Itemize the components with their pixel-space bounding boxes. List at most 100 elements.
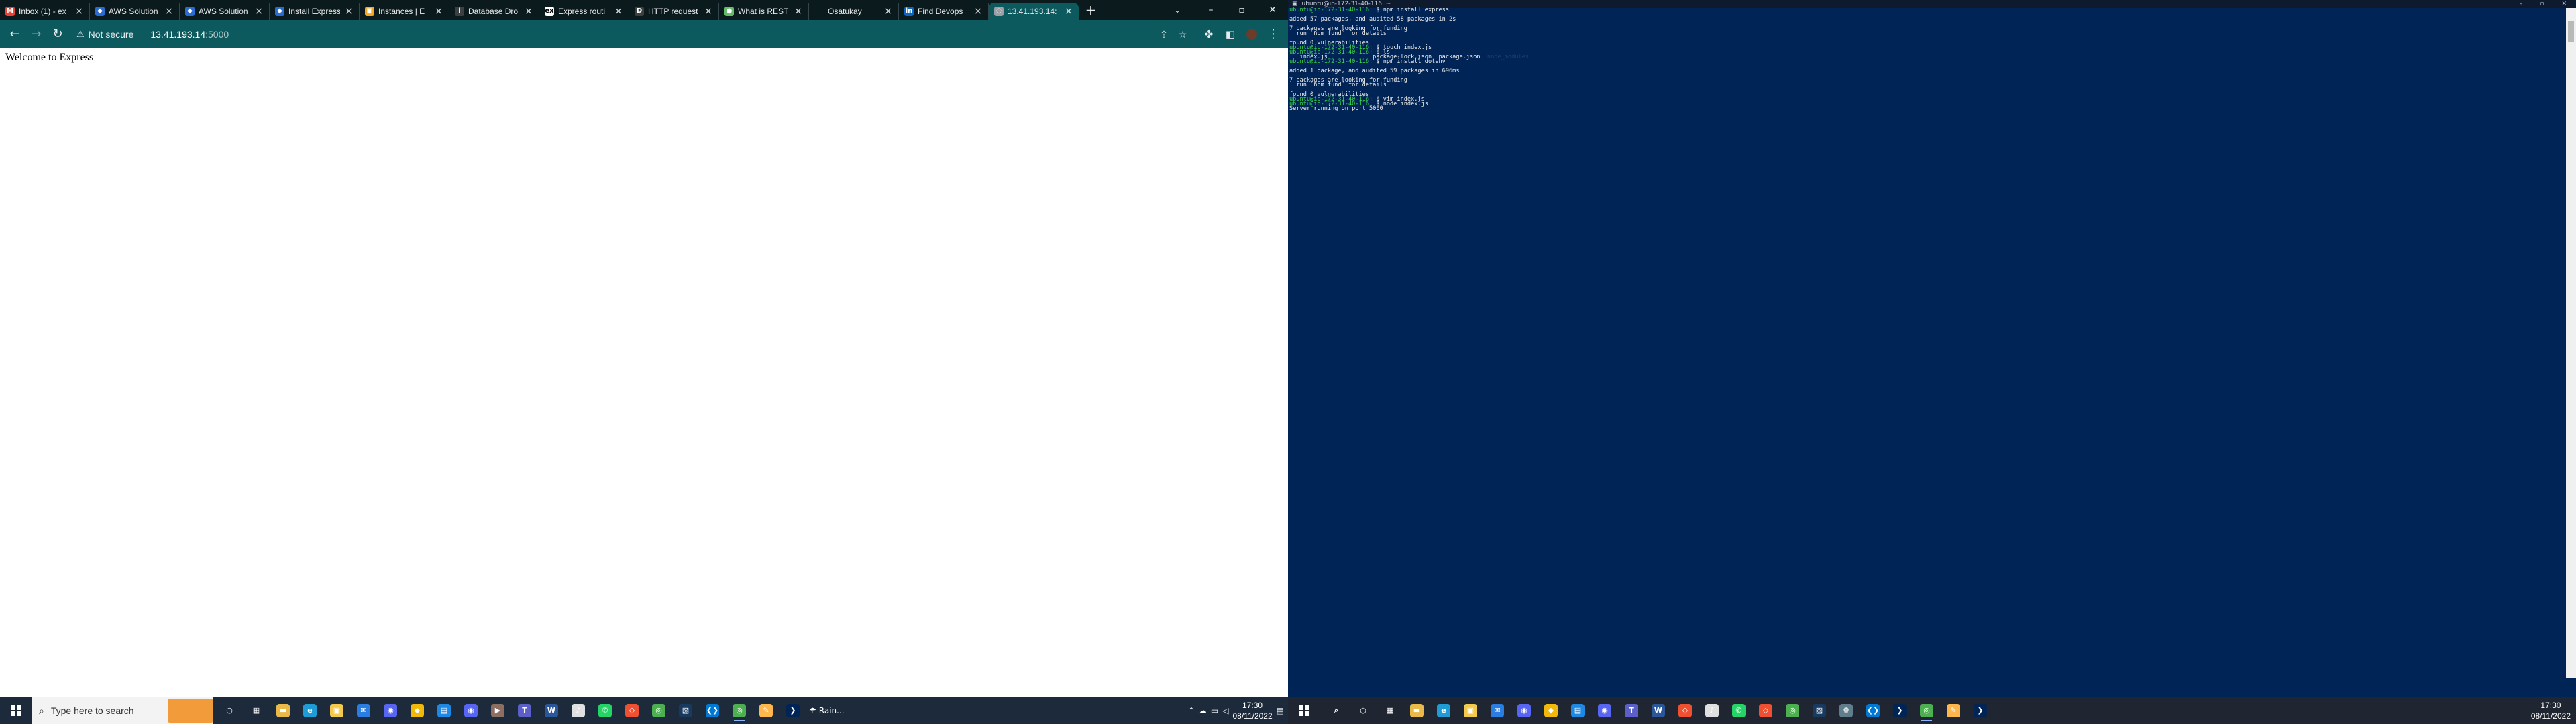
weather-widget[interactable]: ☂ Rain... (809, 706, 845, 715)
taskbar-app[interactable]: ◆ (1540, 700, 1562, 721)
side-panel-icon[interactable]: ◧ (1221, 25, 1240, 44)
taskbar-app[interactable]: ◎ (729, 700, 750, 721)
terminal-scrollbar[interactable] (2566, 8, 2576, 678)
taskbar-app[interactable]: ▬ (272, 700, 294, 721)
browser-tab[interactable]: ◆ AWS Solution × (180, 3, 270, 20)
extensions-puzzle-icon[interactable]: ✤ (1199, 25, 1218, 44)
browser-tab[interactable]: ex Express routi × (539, 3, 629, 20)
taskbar-app[interactable]: ○ (219, 700, 240, 721)
taskbar-app[interactable]: ✉ (1487, 700, 1508, 721)
close-window-button[interactable]: ✕ (1257, 0, 1288, 20)
tab-close-icon[interactable]: × (704, 6, 713, 17)
taskbar-app[interactable]: ◉ (1594, 700, 1615, 721)
taskbar-app[interactable]: ❮❯ (702, 700, 723, 721)
browser-tab[interactable]: ◆ AWS Solution × (90, 3, 180, 20)
tab-close-icon[interactable]: × (254, 6, 264, 17)
address-bar[interactable]: ⚠ Not secure 13.41.193.14:5000 ⇪ ☆ (70, 23, 1197, 45)
taskbar-app[interactable]: ▣ (326, 700, 347, 721)
tab-close-icon[interactable]: × (74, 6, 84, 17)
browser-tab[interactable]: ● What is REST × (719, 3, 809, 20)
taskbar-app[interactable]: ◆ (407, 700, 428, 721)
taskbar-app[interactable]: ▨ (675, 700, 696, 721)
menu-kebab-icon[interactable]: ⋮ (1264, 25, 1283, 44)
terminal-output[interactable]: ubuntu@ip-172-31-40-116: $ npm install e… (1288, 7, 2566, 678)
terminal-maximize-button[interactable]: ▫ (2540, 0, 2544, 8)
browser-tab[interactable]: ◌ 13.41.193.14: × (989, 3, 1079, 20)
taskbar-app[interactable]: ⌕ (1326, 700, 1347, 721)
taskbar-search-box[interactable]: ⌕ Type here to search (32, 697, 213, 724)
taskbar-app[interactable]: ❯ (782, 700, 804, 721)
taskbar-app[interactable]: ◉ (1513, 700, 1535, 721)
tab-close-icon[interactable]: × (883, 6, 893, 17)
back-arrow-icon[interactable]: ← (5, 25, 24, 44)
taskbar-app[interactable]: ◉ (460, 700, 482, 721)
taskbar-app[interactable]: ❯ (1970, 700, 1991, 721)
maximize-button[interactable]: ▫ (1226, 0, 1257, 20)
taskbar-app[interactable]: ▦ (246, 700, 267, 721)
taskbar-app[interactable]: ▬ (1406, 700, 1428, 721)
taskbar-app[interactable]: ✆ (594, 700, 616, 721)
notification-icon[interactable]: ▤ (1277, 706, 1284, 715)
taskbar-app[interactable]: ✎ (1943, 700, 1964, 721)
start-button-right[interactable] (1288, 697, 1320, 724)
profile-avatar[interactable] (1242, 25, 1261, 44)
start-button[interactable] (0, 697, 32, 724)
taskbar-app[interactable]: ▦ (1379, 700, 1401, 721)
tab-close-icon[interactable]: × (524, 6, 533, 17)
search-highlight-image[interactable] (168, 699, 213, 723)
tab-close-icon[interactable]: × (434, 6, 443, 17)
security-label[interactable]: Not secure (89, 29, 134, 40)
browser-tab[interactable]: ▣ Instances | E × (360, 3, 449, 20)
taskbar-app[interactable]: ◇ (1755, 700, 1776, 721)
tab-close-icon[interactable]: × (614, 6, 623, 17)
tab-close-icon[interactable]: × (344, 6, 354, 17)
taskbar-app[interactable]: ▤ (1567, 700, 1589, 721)
network-icon[interactable]: ▭ (1211, 706, 1218, 715)
browser-tab[interactable]: ◆ Install Express × (270, 3, 360, 20)
tab-search-icon[interactable]: ⌄ (1167, 0, 1187, 20)
taskbar-app[interactable]: W (1648, 700, 1669, 721)
taskbar-app[interactable]: T (1621, 700, 1642, 721)
taskbar-app[interactable]: W (541, 700, 562, 721)
taskbar-app[interactable]: ♪ (568, 700, 589, 721)
share-icon[interactable]: ⇪ (1157, 29, 1171, 40)
clock-right[interactable]: 17:30 08/11/2022 (2531, 700, 2576, 721)
chevron-up-icon[interactable]: ⌃ (1188, 706, 1195, 715)
taskbar-app[interactable]: ◎ (648, 700, 669, 721)
browser-tab[interactable]: M Inbox (1) - ex × (0, 3, 90, 20)
browser-tab[interactable]: in Find Devops × (899, 3, 989, 20)
taskbar-app[interactable]: ⚙ (1835, 700, 1857, 721)
taskbar-app[interactable]: ◉ (380, 700, 401, 721)
volume-icon[interactable]: ◁ (1222, 706, 1228, 715)
terminal-close-button[interactable]: ✕ (2561, 0, 2567, 8)
minimize-button[interactable]: – (1195, 0, 1226, 20)
taskbar-app[interactable]: e (1433, 700, 1454, 721)
bookmark-star-icon[interactable]: ☆ (1175, 29, 1190, 40)
tab-close-icon[interactable]: × (164, 6, 174, 17)
taskbar-app[interactable]: ✉ (353, 700, 374, 721)
taskbar-app[interactable]: ◇ (621, 700, 643, 721)
browser-tab[interactable]: D HTTP request × (629, 3, 719, 20)
scrollbar-thumb[interactable] (2568, 21, 2574, 42)
taskbar-app[interactable]: ✆ (1728, 700, 1750, 721)
taskbar-app[interactable]: ▨ (1809, 700, 1830, 721)
onedrive-icon[interactable]: ☁ (1199, 706, 1207, 715)
taskbar-app[interactable]: e (299, 700, 321, 721)
new-tab-button[interactable]: + (1081, 1, 1100, 19)
taskbar-app[interactable]: ◇ (1674, 700, 1696, 721)
tab-close-icon[interactable]: × (794, 6, 803, 17)
tab-close-icon[interactable]: × (973, 6, 983, 17)
taskbar-app[interactable]: T (514, 700, 535, 721)
taskbar-app[interactable]: ▤ (433, 700, 455, 721)
taskbar-app[interactable]: ✎ (755, 700, 777, 721)
reload-icon[interactable]: ↻ (48, 25, 67, 44)
taskbar-app[interactable]: ❮❯ (1862, 700, 1884, 721)
taskbar-app[interactable]: ○ (1352, 700, 1374, 721)
taskbar-app[interactable]: ◎ (1916, 700, 1937, 721)
taskbar-app[interactable]: ♪ (1701, 700, 1723, 721)
browser-tab[interactable]: Osatukay × (809, 3, 899, 20)
taskbar-app[interactable]: ▶ (487, 700, 508, 721)
taskbar-app[interactable]: ❯ (1889, 700, 1911, 721)
forward-arrow-icon[interactable]: → (27, 25, 46, 44)
terminal-minimize-button[interactable]: – (2520, 0, 2523, 8)
